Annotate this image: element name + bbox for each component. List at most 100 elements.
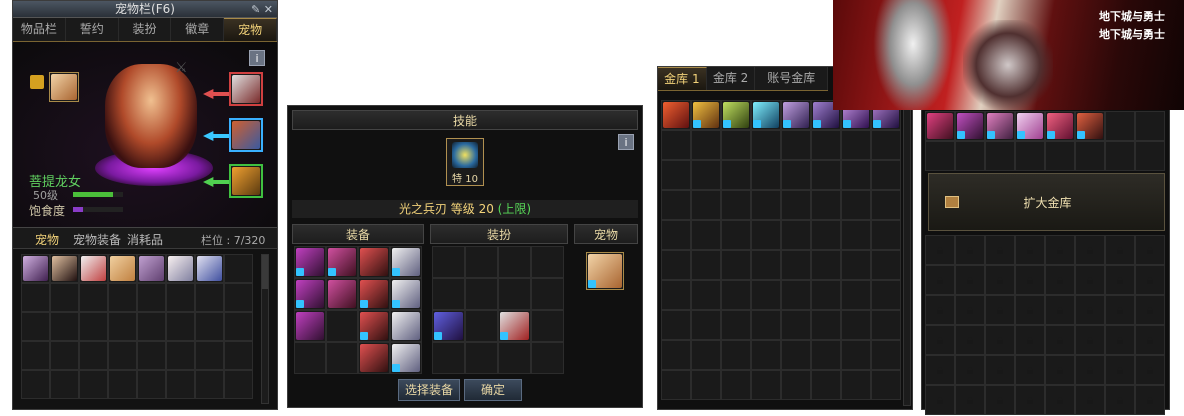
vault-slot[interactable] <box>751 190 781 220</box>
inventory-slot[interactable] <box>195 341 224 370</box>
vault-slot[interactable] <box>691 340 721 370</box>
vault-slot[interactable] <box>841 310 871 340</box>
equipment-slot[interactable] <box>294 342 326 374</box>
vault-slot[interactable] <box>985 111 1015 141</box>
inventory-slot[interactable] <box>224 254 253 283</box>
vault-slot[interactable] <box>751 250 781 280</box>
inventory-slot[interactable] <box>108 254 137 283</box>
inventory-slot[interactable] <box>137 283 166 312</box>
tab-inventory[interactable]: 物品栏 <box>13 18 66 41</box>
vault-slot[interactable] <box>811 310 841 340</box>
subtab-pet-equipment[interactable]: 宠物装备 <box>73 231 121 248</box>
vault-slot[interactable] <box>691 310 721 340</box>
inventory-slot[interactable] <box>50 254 79 283</box>
vault-slot[interactable] <box>721 220 751 250</box>
inventory-slot[interactable] <box>166 341 195 370</box>
vault-slot[interactable] <box>781 340 811 370</box>
info-button[interactable]: i <box>249 50 265 66</box>
tab-account-vault[interactable]: 账号金库 <box>755 67 829 90</box>
vault-slot[interactable] <box>661 160 691 190</box>
avatar-slot[interactable] <box>465 342 498 374</box>
vault-slot[interactable] <box>721 130 751 160</box>
inventory-slot[interactable] <box>137 341 166 370</box>
pet-section-slot[interactable] <box>586 252 624 290</box>
vault-slot[interactable] <box>871 340 901 370</box>
inventory-slot[interactable] <box>108 312 137 341</box>
vault-slot[interactable] <box>721 250 751 280</box>
vault-slot[interactable] <box>751 370 781 400</box>
vault-slot[interactable] <box>841 160 871 190</box>
vault-slot[interactable] <box>811 370 841 400</box>
vault-slot[interactable] <box>1135 141 1165 171</box>
vault-slot[interactable] <box>781 370 811 400</box>
vault-slot[interactable] <box>1135 111 1165 141</box>
vault-slot[interactable] <box>841 370 871 400</box>
vault-slot[interactable] <box>955 141 985 171</box>
equipment-slot[interactable] <box>358 342 390 374</box>
vault-slot[interactable] <box>691 190 721 220</box>
pet-equip-slot-red[interactable] <box>229 72 263 106</box>
vault-slot[interactable] <box>1105 141 1135 171</box>
vault-slot[interactable] <box>751 160 781 190</box>
vault-slot[interactable] <box>751 130 781 160</box>
avatar-slot[interactable] <box>432 342 465 374</box>
vault-slot[interactable] <box>811 220 841 250</box>
vault-slot[interactable] <box>871 310 901 340</box>
inventory-slot[interactable] <box>108 341 137 370</box>
avatar-slot[interactable] <box>498 278 531 310</box>
avatar-slot[interactable] <box>432 310 465 342</box>
equipment-slot[interactable] <box>358 310 390 342</box>
pet-portrait-slot[interactable] <box>49 72 79 102</box>
vault-slot[interactable] <box>781 280 811 310</box>
vault-slot[interactable] <box>811 190 841 220</box>
vault-slot[interactable] <box>781 220 811 250</box>
vault-slot[interactable] <box>871 370 901 400</box>
scrollbar-thumb[interactable] <box>262 255 268 289</box>
vault-slot[interactable] <box>721 160 751 190</box>
vault-slot[interactable] <box>751 100 781 130</box>
equipment-slot[interactable] <box>390 342 422 374</box>
vault-slot[interactable] <box>811 160 841 190</box>
inventory-slot[interactable] <box>21 312 50 341</box>
equipment-slot[interactable] <box>294 278 326 310</box>
inventory-slot[interactable] <box>79 341 108 370</box>
tab-vault-2[interactable]: 金库 2 <box>707 67 756 90</box>
inventory-slot[interactable] <box>108 283 137 312</box>
avatar-slot[interactable] <box>465 278 498 310</box>
inventory-slot[interactable] <box>79 370 108 399</box>
inventory-slot[interactable] <box>166 370 195 399</box>
equipment-slot[interactable] <box>358 278 390 310</box>
avatar-slot[interactable] <box>531 310 564 342</box>
equipment-slot[interactable] <box>326 278 358 310</box>
vault-slot[interactable] <box>871 280 901 310</box>
pet-window-titlebar[interactable]: 宠物栏(F6) ✎ ✕ <box>13 1 277 18</box>
vault-slot[interactable] <box>985 141 1015 171</box>
vault-slot[interactable] <box>781 190 811 220</box>
pet-equip-slot-green[interactable] <box>229 164 263 198</box>
vault-slot[interactable] <box>661 220 691 250</box>
vault-slot[interactable] <box>751 310 781 340</box>
vault-slot[interactable] <box>781 310 811 340</box>
vault-slot[interactable] <box>721 370 751 400</box>
vault-slot[interactable] <box>925 111 955 141</box>
inventory-slot[interactable] <box>21 254 50 283</box>
skill-info-button[interactable]: i <box>618 134 634 150</box>
avatar-slot[interactable] <box>432 246 465 278</box>
vault-slot[interactable] <box>781 130 811 160</box>
vault-slot[interactable] <box>661 250 691 280</box>
inventory-slot[interactable] <box>79 254 108 283</box>
inventory-slot[interactable] <box>108 370 137 399</box>
subtab-consumables[interactable]: 消耗品 <box>127 231 163 248</box>
vault-slot[interactable] <box>721 340 751 370</box>
vault-slot[interactable] <box>871 160 901 190</box>
vault-slot[interactable] <box>841 130 871 160</box>
inventory-slot[interactable] <box>224 312 253 341</box>
tab-oath[interactable]: 誓约 <box>66 18 119 41</box>
equipment-slot[interactable] <box>326 342 358 374</box>
vault-slot[interactable] <box>661 130 691 160</box>
inventory-slot[interactable] <box>21 370 50 399</box>
equipment-slot[interactable] <box>326 310 358 342</box>
expand-vault-button[interactable]: 扩大金库 <box>928 173 1165 231</box>
vault-slot[interactable] <box>691 280 721 310</box>
vault-slot[interactable] <box>811 340 841 370</box>
